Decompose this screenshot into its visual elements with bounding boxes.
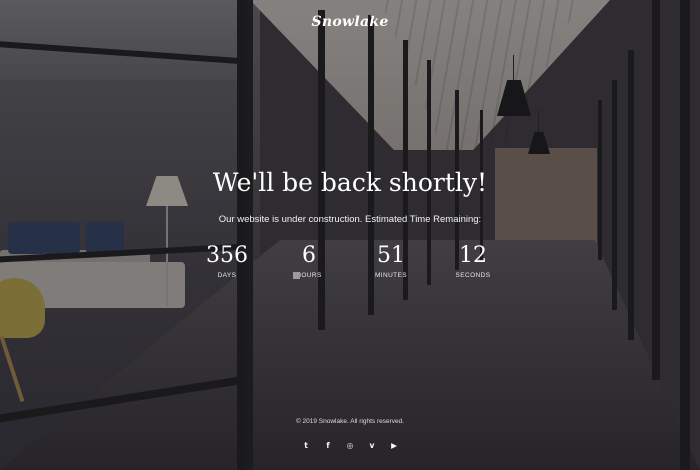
countdown-days: 356 DAYS <box>186 243 268 279</box>
info-marker-icon <box>293 272 300 279</box>
vimeo-icon[interactable]: v <box>367 440 377 450</box>
countdown-hours: 6 HOURS <box>268 243 350 279</box>
countdown-minutes: 51 MINUTES <box>350 243 432 279</box>
countdown-label: HOURS <box>296 272 322 279</box>
facebook-icon[interactable]: f <box>323 440 333 450</box>
page-title: We'll be back shortly! <box>212 168 488 197</box>
social-links: t f ◎ v ▶ <box>0 440 700 450</box>
countdown-value: 51 <box>377 243 405 268</box>
twitter-icon[interactable]: t <box>301 440 311 450</box>
countdown-timer: 356 DAYS 6 HOURS 51 MINUTES 12 SECONDS <box>0 243 700 279</box>
dark-overlay <box>0 0 700 470</box>
countdown-label: MINUTES <box>374 272 408 279</box>
background-image <box>0 0 700 470</box>
instagram-icon[interactable]: ◎ <box>345 440 355 450</box>
copyright-text: © 2019 Snowlake. All rights reserved. <box>295 418 405 425</box>
countdown-value: 6 <box>302 243 316 268</box>
construction-message: Our website is under construction. Estim… <box>218 214 482 225</box>
youtube-icon[interactable]: ▶ <box>389 440 399 450</box>
countdown-value: 12 <box>459 243 487 268</box>
countdown-label: SECONDS <box>455 272 491 279</box>
site-logo[interactable]: Snowlake <box>0 14 700 30</box>
countdown-value: 356 <box>206 243 248 268</box>
countdown-seconds: 12 SECONDS <box>432 243 514 279</box>
countdown-label: DAYS <box>217 272 237 279</box>
